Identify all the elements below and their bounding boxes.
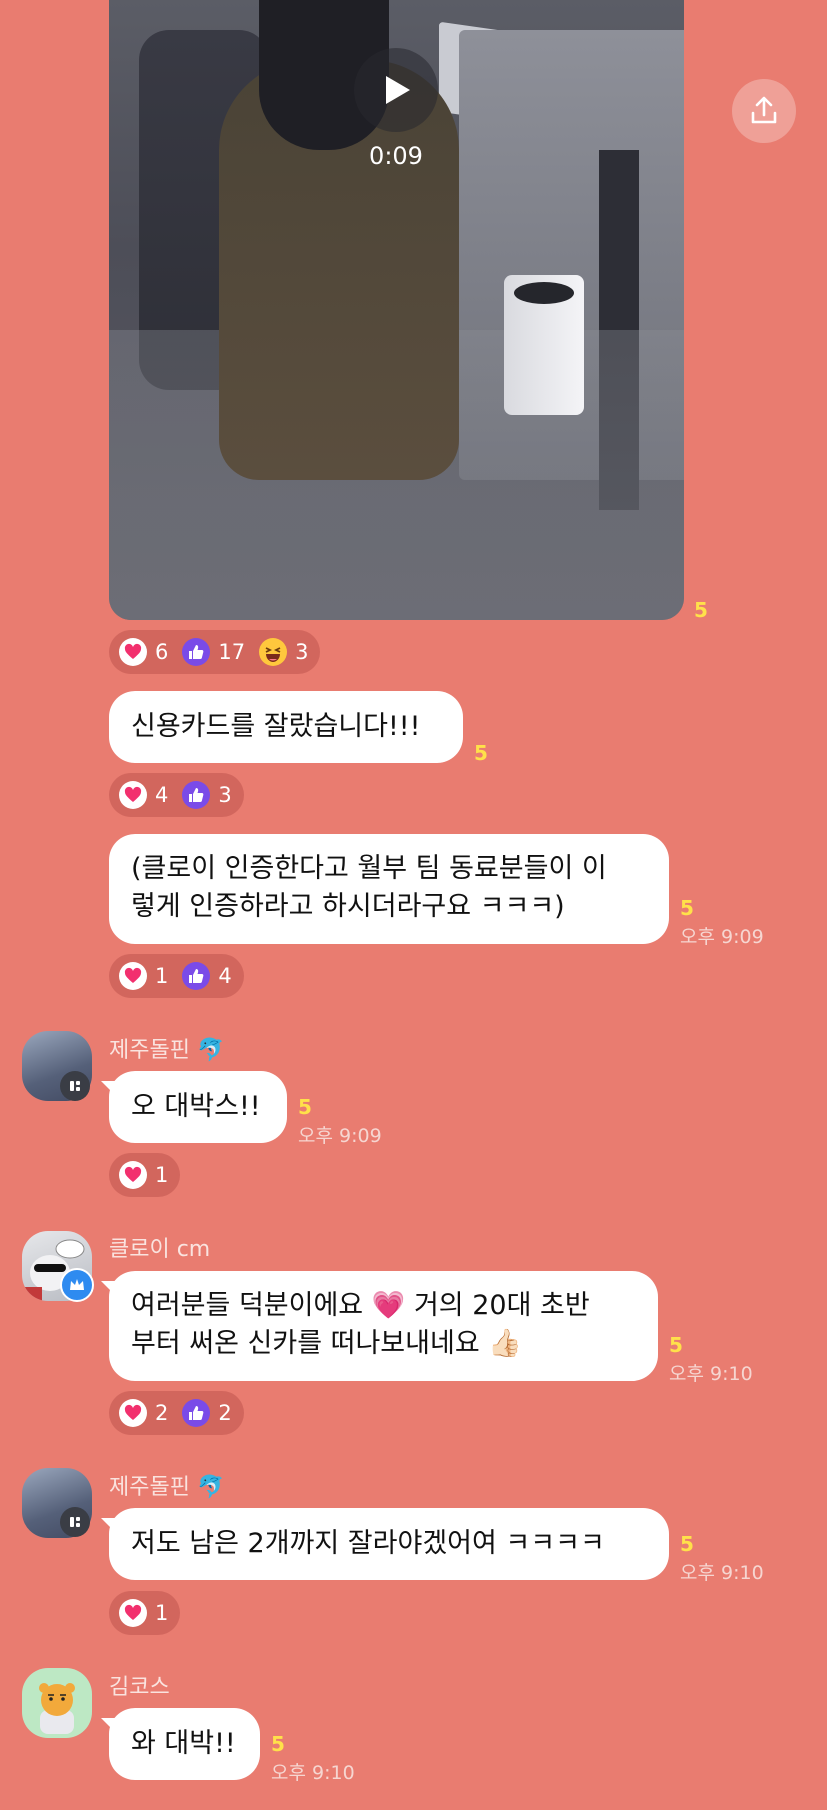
reaction-thumbs-up[interactable]: 17: [182, 638, 245, 666]
reaction-count: 6: [155, 640, 169, 664]
timestamp: 오후 9:09: [680, 926, 764, 948]
crown-icon: [60, 1268, 94, 1302]
profile-badge-icon: [60, 1507, 90, 1537]
reaction-count: 1: [155, 1601, 169, 1625]
reaction-laugh[interactable]: 3: [259, 638, 308, 666]
message-bubble[interactable]: 와 대박!!: [109, 1708, 260, 1780]
message-bubble[interactable]: 신용카드를 잘랐습니다!!!: [109, 691, 463, 763]
unread-count: 5: [298, 1095, 312, 1119]
video-duration: 0:09: [369, 142, 423, 170]
thumbs-up-icon: [182, 638, 211, 666]
thumbs-up-icon: [182, 781, 211, 809]
timestamp: 오후 9:10: [271, 1762, 355, 1784]
message-text-line: 렇게 인증하라고 하시더라구요 ㅋㅋㅋ): [131, 891, 565, 922]
message-text: 오 대박스!!: [131, 1091, 261, 1122]
dolphin-emoji: 🐬: [196, 1038, 225, 1063]
pink-heart-emoji: 💗: [371, 1290, 406, 1321]
timestamp: 오후 9:10: [680, 1562, 764, 1584]
share-icon: [751, 96, 777, 124]
message-text: 저도 남은 2개까지 잘라야겠어여 ㅋㅋㅋㅋ: [131, 1528, 605, 1559]
reaction-heart[interactable]: 1: [119, 1161, 168, 1189]
heart-icon: [119, 1599, 147, 1627]
reaction-heart[interactable]: 6: [119, 638, 168, 666]
unread-count: 5: [271, 1732, 285, 1756]
grinning-squint-emoji: [259, 638, 288, 666]
reaction-heart[interactable]: 1: [119, 1599, 168, 1627]
unread-count: 5: [694, 598, 708, 622]
reaction-bar[interactable]: 4 3: [109, 773, 244, 817]
reaction-bar[interactable]: 2 2: [109, 1391, 244, 1435]
reaction-heart[interactable]: 4: [119, 781, 168, 809]
reaction-bar[interactable]: 1 4: [109, 954, 244, 998]
message-text: 와 대박!!: [131, 1728, 236, 1759]
reaction-count: 17: [218, 640, 246, 664]
reaction-thumbs-up[interactable]: 2: [182, 1399, 232, 1427]
message-bubble[interactable]: 저도 남은 2개까지 잘라야겠어여 ㅋㅋㅋㅋ: [109, 1508, 669, 1580]
reaction-count: 3: [218, 783, 232, 807]
timestamp: 오후 9:09: [298, 1125, 382, 1147]
unread-count: 5: [669, 1333, 683, 1357]
message-bubble[interactable]: 오 대박스!!: [109, 1071, 287, 1143]
message-bubble[interactable]: (클로이 인증한다고 월부 팀 동료분들이 이 렇게 인증하라고 하시더라구요 …: [109, 834, 669, 944]
play-button[interactable]: [354, 48, 438, 132]
message-text: 신용카드를 잘랐습니다!!!: [131, 711, 421, 742]
reaction-thumbs-up[interactable]: 4: [182, 962, 232, 990]
reaction-count: 3: [295, 640, 309, 664]
message-text-line: (클로이 인증한다고 월부 팀 동료분들이 이: [131, 853, 607, 884]
message-text-line: 여러분들 덕분이에요 💗 거의 20대 초반: [131, 1290, 590, 1321]
reaction-count: 1: [155, 1163, 169, 1187]
reaction-thumbs-up[interactable]: 3: [182, 781, 232, 809]
heart-icon: [119, 1399, 147, 1427]
heart-icon: [119, 638, 147, 666]
avatar[interactable]: [22, 1668, 92, 1738]
unread-count: 5: [680, 896, 694, 920]
thumbs-up-icon: [182, 962, 211, 990]
sender-name: 김코스: [109, 1675, 170, 1700]
unread-count: 5: [680, 1532, 694, 1556]
reaction-count: 1: [155, 964, 169, 988]
reaction-bar[interactable]: 6 17 3: [109, 630, 321, 674]
sender-name: 제주돌핀 🐬: [109, 1469, 224, 1501]
heart-icon: [119, 962, 147, 990]
reaction-heart[interactable]: 2: [119, 1399, 168, 1427]
message-bubble[interactable]: 여러분들 덕분이에요 💗 거의 20대 초반 부터 써온 신카를 떠나보내네요 …: [109, 1271, 658, 1381]
thumbs-up-icon: [182, 1399, 211, 1427]
reaction-count: 4: [218, 964, 232, 988]
profile-badge-icon: [60, 1071, 90, 1101]
reaction-heart[interactable]: 1: [119, 962, 168, 990]
reaction-count: 2: [155, 1401, 169, 1425]
reaction-bar[interactable]: 1: [109, 1591, 181, 1635]
play-icon: [386, 76, 410, 104]
share-button[interactable]: [732, 79, 796, 143]
thumbs-up-emoji: 👍🏻: [488, 1328, 522, 1359]
heart-icon: [119, 1161, 147, 1189]
sender-name: 제주돌핀 🐬: [109, 1032, 224, 1064]
unread-count: 5: [474, 741, 488, 765]
heart-icon: [119, 781, 147, 809]
reaction-bar[interactable]: 1: [109, 1153, 181, 1197]
sender-name-text: 제주돌핀: [109, 1038, 190, 1063]
sender-name-text: 제주돌핀: [109, 1475, 190, 1500]
sender-name: 클로이 cm: [109, 1237, 211, 1262]
reaction-count: 2: [218, 1401, 232, 1425]
message-text-line: 부터 써온 신카를 떠나보내네요 👍🏻: [131, 1328, 522, 1359]
reaction-count: 4: [155, 783, 169, 807]
timestamp: 오후 9:10: [669, 1363, 753, 1385]
dolphin-emoji: 🐬: [196, 1475, 225, 1500]
